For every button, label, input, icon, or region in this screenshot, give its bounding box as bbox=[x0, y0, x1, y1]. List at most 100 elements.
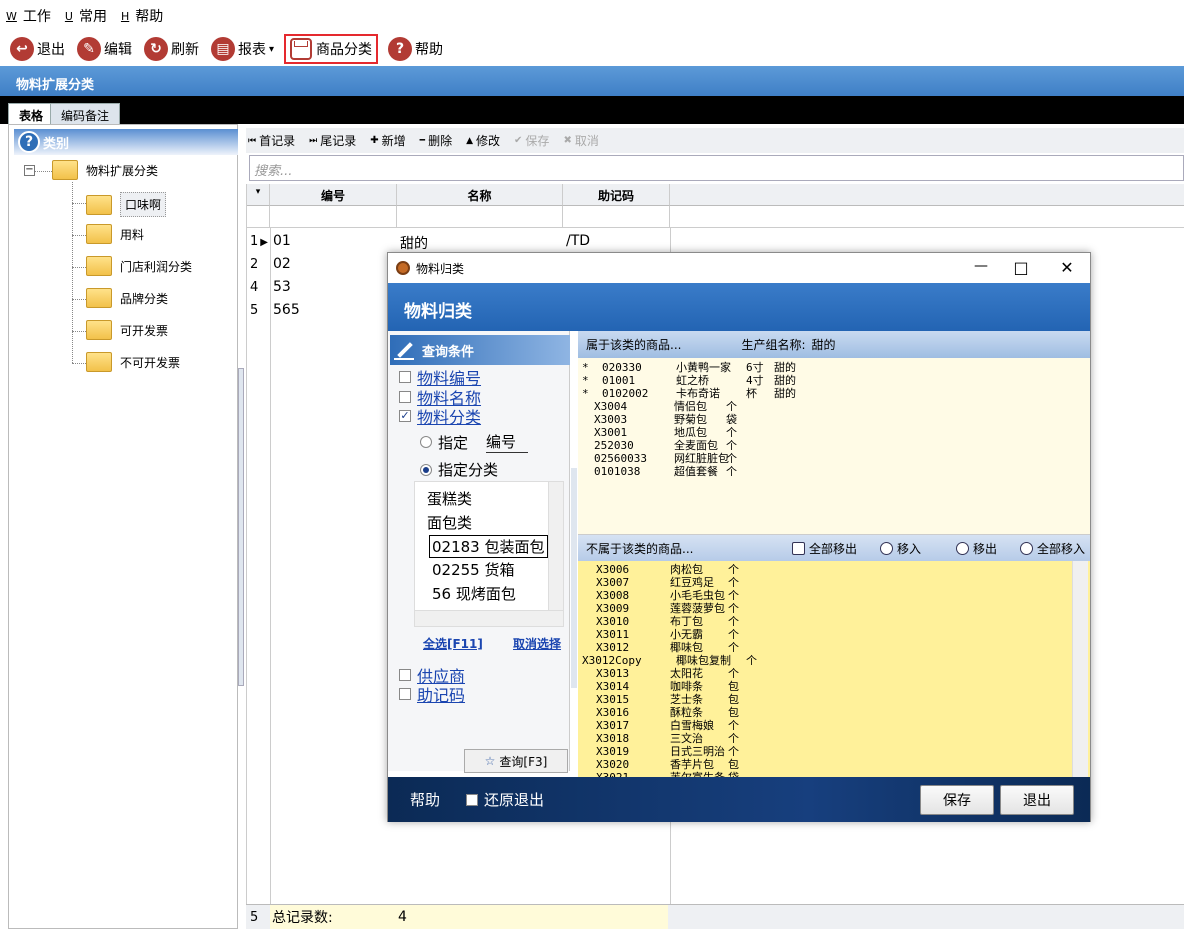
close-button[interactable]: ✕ bbox=[1057, 258, 1077, 277]
dropdown-arrow-icon: ▾ bbox=[269, 43, 275, 55]
splitter[interactable] bbox=[571, 468, 577, 688]
move-out-button[interactable]: 移出 bbox=[956, 540, 997, 557]
column-header-code[interactable]: 编号 bbox=[270, 184, 397, 206]
remove-all-button[interactable]: 全部移出 bbox=[792, 540, 857, 557]
first-record-button[interactable]: ⏮ 首记录 bbox=[248, 132, 295, 149]
checkbox[interactable] bbox=[399, 391, 411, 403]
checkbox[interactable] bbox=[399, 669, 411, 681]
item-code: X3014 bbox=[596, 680, 630, 693]
tab-code-notes[interactable]: 编码备注 bbox=[50, 103, 121, 124]
exit-button[interactable]: ↩ 退出 bbox=[8, 34, 67, 64]
table-cell[interactable]: 565 bbox=[270, 299, 397, 322]
tree-root[interactable]: 物料扩展分类 bbox=[52, 160, 158, 180]
checkbox-checked[interactable]: ✓ bbox=[399, 410, 411, 422]
maximize-button[interactable]: □ bbox=[1011, 258, 1031, 277]
menu-help[interactable]: H 帮助 bbox=[121, 6, 163, 26]
tree-item-taste[interactable]: 口味啊 bbox=[86, 192, 167, 217]
collapse-toggle[interactable]: − bbox=[24, 165, 35, 176]
table-cell[interactable]: 甜的 bbox=[397, 230, 563, 253]
edit-button[interactable]: ✎ 编辑 bbox=[75, 34, 134, 64]
move-all-in-button[interactable]: 全部移入 bbox=[1020, 540, 1085, 557]
menu-common[interactable]: U 常用 bbox=[65, 6, 107, 26]
checkbox[interactable] bbox=[399, 688, 411, 700]
item-name: 网红脏脏包 bbox=[674, 452, 729, 465]
tree-line bbox=[72, 299, 86, 300]
item-name: 椰味包复制 bbox=[676, 654, 731, 667]
save-button[interactable]: 保存 bbox=[920, 785, 994, 815]
tree-item-store-profit[interactable]: 门店利润分类 bbox=[86, 256, 192, 276]
exit-dialog-button[interactable]: 退出 bbox=[1000, 785, 1074, 815]
item-unit: 个 bbox=[726, 465, 737, 478]
item-name: 卡布奇诺 bbox=[676, 387, 720, 400]
modify-button[interactable]: ▲ 修改 bbox=[466, 132, 500, 149]
filter-material-category[interactable]: ✓ 物料分类 bbox=[399, 404, 481, 428]
query-button[interactable]: ☆ 查询[F3] bbox=[464, 749, 568, 773]
radio-button[interactable] bbox=[420, 436, 432, 448]
report-button[interactable]: ▤ 报表 ▾ bbox=[209, 34, 276, 64]
item-name: 咖啡条 bbox=[670, 680, 703, 693]
add-button[interactable]: ✚ 新增 bbox=[370, 132, 405, 149]
in-category-list[interactable]: * 020330 小黄鸭一家 6寸 甜的 * 01001 虹之桥 4寸 甜的 * 0102002 卡布奇… bbox=[578, 358, 1090, 535]
help-button[interactable]: ? 帮助 bbox=[386, 34, 445, 64]
category-icon bbox=[290, 38, 313, 60]
grid-footer: 5 总记录数: 4 bbox=[246, 904, 1184, 929]
filter-mnemonic[interactable]: 助记码 bbox=[399, 682, 465, 706]
list-item[interactable]: 56 现烤面包 bbox=[432, 583, 516, 604]
list-item-focused[interactable]: 02183 包装面包 bbox=[429, 535, 548, 558]
list-hscrollbar[interactable] bbox=[415, 610, 563, 626]
tree-line bbox=[72, 267, 86, 268]
checkbox[interactable] bbox=[399, 371, 411, 383]
search-input[interactable]: 搜索... bbox=[249, 155, 1184, 181]
filter-cell-name[interactable] bbox=[397, 206, 563, 228]
tree-item-brand[interactable]: 品牌分类 bbox=[86, 288, 168, 308]
tab-table[interactable]: 表格 bbox=[8, 103, 55, 124]
folder-icon bbox=[52, 160, 78, 180]
list-scrollbar[interactable] bbox=[548, 482, 563, 610]
minimize-button[interactable]: — bbox=[971, 258, 991, 274]
radio-specify[interactable]: 指定 编号 bbox=[420, 431, 529, 453]
filter-cell-mnemonic[interactable] bbox=[563, 206, 670, 228]
list-item[interactable]: 蛋糕类 bbox=[427, 488, 472, 509]
out-list-scrollbar[interactable] bbox=[1072, 561, 1088, 777]
item-unit: 个 bbox=[728, 667, 739, 680]
radio-specify-category[interactable]: 指定分类 bbox=[420, 459, 498, 480]
window-title: 物料扩展分类 bbox=[0, 66, 1184, 96]
delete-button[interactable]: ━ 删除 bbox=[420, 132, 452, 149]
tree-item-non-invoiceable[interactable]: 不可开发票 bbox=[86, 352, 180, 372]
folder-icon bbox=[86, 320, 112, 340]
column-header-mnemonic[interactable]: 助记码 bbox=[563, 184, 670, 206]
column-header-blank bbox=[670, 184, 1184, 206]
restore-exit-checkbox[interactable] bbox=[466, 793, 479, 806]
item-unit: 个 bbox=[746, 654, 757, 667]
list-item[interactable]: 02255 货箱 bbox=[432, 559, 515, 580]
item-unit: 杯 bbox=[746, 387, 757, 400]
table-cell[interactable]: /TD bbox=[563, 230, 670, 253]
list-item[interactable]: 面包类 bbox=[427, 512, 472, 533]
table-cell[interactable]: 01 bbox=[270, 230, 397, 253]
save-nav-button[interactable]: ✔ 保存 bbox=[514, 132, 549, 149]
help-link[interactable]: 帮助 bbox=[410, 789, 440, 810]
row-indicator-header[interactable]: ▾ bbox=[247, 184, 270, 206]
tree-item-ingredients[interactable]: 用料 bbox=[86, 224, 144, 244]
item-unit: 包 bbox=[728, 706, 739, 719]
table-cell[interactable]: 02 bbox=[270, 253, 397, 276]
out-category-list[interactable]: X3006 肉松包个 X3007 红豆鸡足个 X3008 小毛毛虫包个 X3009 莲蓉菠萝包… bbox=[578, 561, 1090, 777]
menu-work[interactable]: W 工作 bbox=[6, 6, 51, 26]
filter-cell-code[interactable] bbox=[270, 206, 397, 228]
product-category-button[interactable]: 商品分类 bbox=[284, 34, 379, 64]
table-cell[interactable]: 53 bbox=[270, 276, 397, 299]
column-header-name[interactable]: 名称 bbox=[397, 184, 563, 206]
cancel-nav-button[interactable]: ✖ 取消 bbox=[563, 132, 598, 149]
select-all-link[interactable]: 全选[F11] bbox=[423, 635, 483, 652]
category-list[interactable]: 蛋糕类 面包类 02183 包装面包 02255 货箱 56 现烤面包 bbox=[414, 481, 564, 627]
last-record-button[interactable]: ⏭ 尾记录 bbox=[309, 132, 356, 149]
radio-button-selected[interactable] bbox=[420, 463, 432, 476]
tree-item-invoiceable[interactable]: 可开发票 bbox=[86, 320, 168, 340]
refresh-button[interactable]: ↻ 刷新 bbox=[142, 34, 201, 64]
tree-line bbox=[72, 235, 86, 236]
deselect-link[interactable]: 取消选择 bbox=[513, 635, 565, 652]
item-unit: 个 bbox=[728, 563, 739, 576]
splitter[interactable] bbox=[238, 368, 244, 686]
item-mark: * bbox=[582, 361, 589, 374]
move-in-button[interactable]: 移入 bbox=[880, 540, 921, 557]
